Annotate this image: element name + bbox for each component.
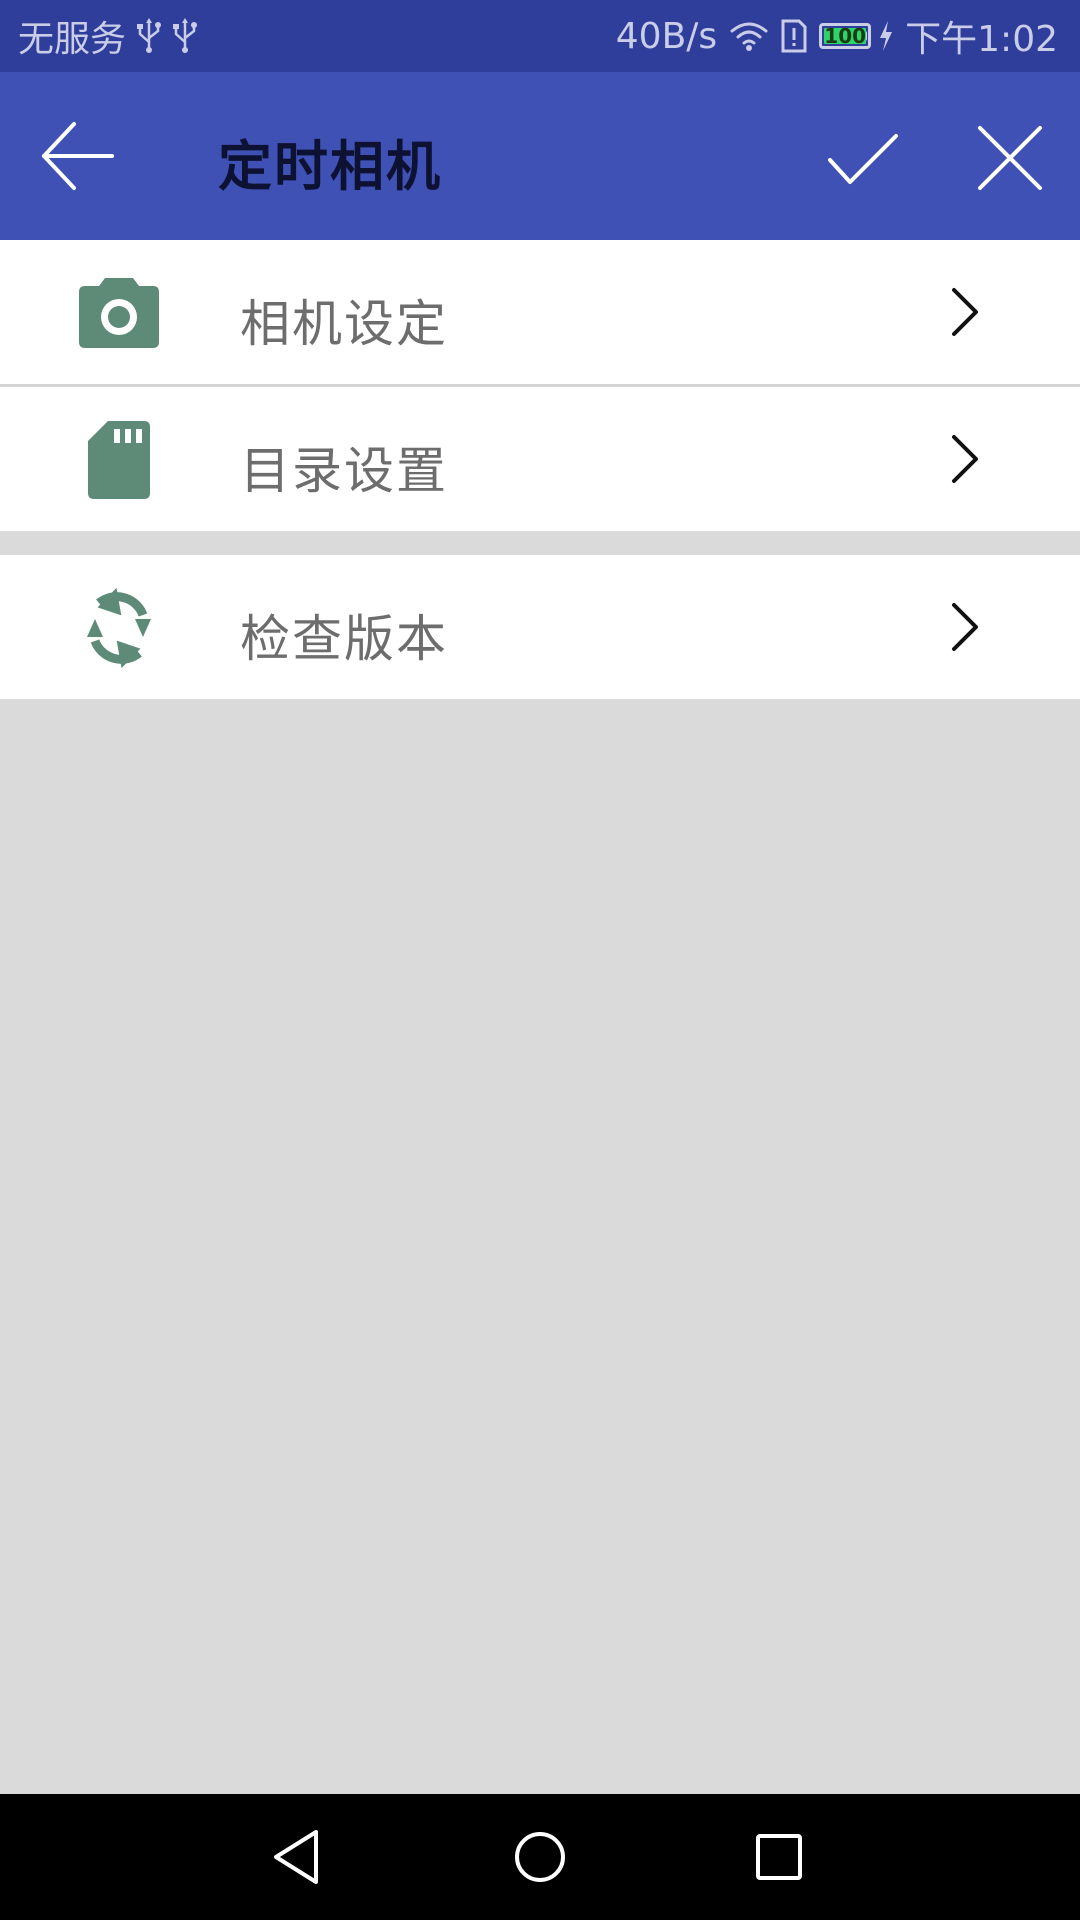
settings-item-label: 检查版本 xyxy=(240,610,448,668)
recents-square-icon xyxy=(756,1834,802,1880)
carrier-text: 无服务 xyxy=(18,19,127,60)
chevron-right-icon xyxy=(948,286,982,338)
nav-home-button[interactable] xyxy=(507,1824,573,1890)
page-title: 定时相机 xyxy=(218,135,442,198)
home-circle-icon xyxy=(515,1832,565,1882)
chevron-right-icon xyxy=(948,601,982,653)
close-button[interactable] xyxy=(974,122,1046,194)
net-speed-text: 40B/s xyxy=(615,15,718,57)
sd-card-icon xyxy=(76,417,162,503)
settings-item-label: 目录设置 xyxy=(240,442,448,500)
check-icon xyxy=(828,134,898,184)
sync-icon xyxy=(76,585,162,671)
battery-level-text: 100 xyxy=(824,24,867,48)
usb-icon xyxy=(136,18,162,54)
sim-alert-icon xyxy=(781,19,807,53)
battery-icon: 100 xyxy=(819,23,872,49)
status-right: 40B/s 100 下午1:02 xyxy=(616,10,1058,62)
settings-item-check-version[interactable]: 检查版本 xyxy=(0,555,1080,699)
camera-icon xyxy=(76,270,162,356)
status-bar: 无服务 40B/s 100 下午1:02 xyxy=(0,0,1080,72)
status-left: 无服务 xyxy=(18,10,198,62)
navigation-bar xyxy=(0,1794,1080,1920)
arrow-left-icon xyxy=(42,122,114,190)
settings-item-camera[interactable]: 相机设定 xyxy=(0,240,1080,384)
screen: 无服务 40B/s 100 下午1:02 定时相机 相机设定 目录设置 检查版本 xyxy=(0,0,1080,1920)
back-triangle-icon xyxy=(274,1830,318,1884)
settings-item-directory[interactable]: 目录设置 xyxy=(0,387,1080,531)
nav-back-button[interactable] xyxy=(264,1824,330,1890)
app-bar: 定时相机 xyxy=(0,72,1080,240)
charging-icon xyxy=(879,21,893,51)
usb-icon xyxy=(172,18,198,54)
clock-text: 下午1:02 xyxy=(905,19,1058,60)
chevron-right-icon xyxy=(948,433,982,485)
settings-item-label: 相机设定 xyxy=(240,295,448,353)
close-icon xyxy=(978,126,1042,190)
back-button[interactable] xyxy=(40,118,126,194)
confirm-button[interactable] xyxy=(826,128,902,192)
nav-recents-button[interactable] xyxy=(746,1824,812,1890)
wifi-icon xyxy=(729,20,769,52)
